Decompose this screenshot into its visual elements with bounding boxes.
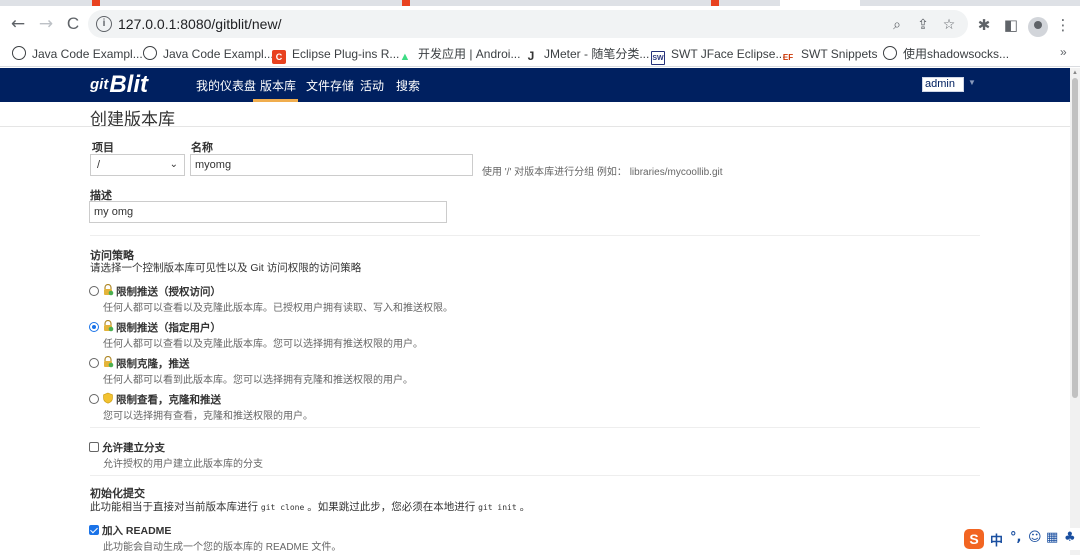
access-option-desc: 任何人都可以查看以及克隆此版本库。已授权用户拥有读取、写入和推送权限。 [103,303,453,314]
title-divider [0,126,1070,127]
eclipse-icon: C [272,50,286,64]
chevron-down-icon: ⌄ [169,159,178,170]
bookmark-star-icon[interactable]: ☆ [940,16,958,34]
access-radio[interactable] [89,358,99,368]
nav-repositories[interactable]: 版本库 [260,77,296,94]
access-option-title: 限制推送（授权访问） [116,286,221,298]
page-scrollbar[interactable]: ▲ [1070,68,1080,555]
gitblit-navbar: gitBlit 我的仪表盘 版本库 文件存储 活动 搜索 admin ▼ [0,68,1070,102]
globe-icon [12,46,26,60]
access-option-desc: 您可以选择拥有查看，克隆和推送权限的用户。 [103,411,313,422]
reload-button[interactable]: C [62,13,84,35]
back-button[interactable]: ← [7,13,29,35]
zoom-icon[interactable]: ⌕ [888,16,906,34]
name-input[interactable]: myomg [190,154,473,176]
sogou-logo-icon[interactable]: S [964,529,984,549]
access-option-authenticated-push[interactable]: 限制推送（授权访问） 任何人都可以查看以及克隆此版本库。已授权用户拥有读取、写入… [89,282,789,314]
lock-icon [104,284,114,296]
android-icon: ▲ [399,51,411,63]
ime-language-toggle[interactable]: 中 [990,530,1003,549]
access-option-title: 限制查看，克隆和推送 [116,394,221,406]
bookmark-item[interactable]: C Eclipse Plug-ins R... [272,44,399,64]
access-option-title: 限制克隆，推送 [116,358,190,370]
sidepanel-icon[interactable]: ◧ [1002,16,1020,34]
menu-icon[interactable]: ⋮ [1054,16,1072,34]
user-avatar[interactable]: admin [922,77,964,92]
access-option-clone-push[interactable]: 限制克隆，推送 任何人都可以看到此版本库。您可以选择拥有克隆和推送权限的用户。 [89,354,789,386]
access-radio[interactable] [89,322,99,332]
scroll-up-icon[interactable]: ▲ [1072,70,1078,76]
address-bar[interactable]: i 127.0.0.1:8080/gitblit/new/ ⌕ ⇪ ☆ [88,10,968,38]
access-policy-desc: 请选择一个控制版本库可见性以及 Git 访问权限的访问策略 [90,262,362,274]
access-radio[interactable] [89,394,99,404]
add-readme-checkbox[interactable] [89,525,99,535]
access-option-title: 限制推送（指定用户） [116,322,221,334]
bookmark-item[interactable]: ▲ 开发应用 | Androi... [398,44,521,64]
profile-avatar[interactable] [1028,17,1048,37]
name-label: 名称 [191,142,213,154]
bookmark-item[interactable]: SW SWT JFace Eclipse... [651,44,785,65]
create-repository-page: 创建版本库 项目 名称 / ⌄ myomg 使用 '/' 对版本库进行分组 例如… [0,102,1070,555]
ime-skin-icon[interactable]: ♣ [1064,530,1076,545]
access-radio[interactable] [89,286,99,296]
nav-activity[interactable]: 活动 [360,77,384,94]
name-hint: 使用 '/' 对版本库进行分组 例如： libraries/mycoollib.… [482,167,723,178]
nav-dashboard[interactable]: 我的仪表盘 [196,77,256,94]
gitblit-logo[interactable]: gitBlit [90,71,148,99]
nav-search[interactable]: 搜索 [396,77,420,94]
access-option-desc: 任何人都可以看到此版本库。您可以选择拥有克隆和推送权限的用户。 [103,375,413,386]
bookmark-item[interactable]: Java Code Exampl... [143,44,274,64]
access-option-view-clone-push[interactable]: 限制查看，克隆和推送 您可以选择拥有查看，克隆和推送权限的用户。 [89,390,789,422]
swt-icon: SW [651,51,665,65]
ime-punctuation-toggle[interactable]: °, [1010,530,1021,545]
ime-toolbar[interactable]: S 中 °, ☺ ▦ ♣ [962,528,1080,550]
section-divider [90,235,980,236]
lock-icon [104,356,114,368]
browser-toolbar: ← → C i 127.0.0.1:8080/gitblit/new/ ⌕ ⇪ … [0,6,1080,41]
add-readme-title: 加入 README [102,525,172,537]
ef-icon: EF [782,53,794,62]
add-readme-desc: 此功能会自动生成一个您的版本库的 README 文件。 [103,542,342,553]
access-option-named-push[interactable]: 限制推送（指定用户） 任何人都可以查看以及克隆此版本库。您可以选择拥有推送权限的… [89,318,789,350]
bookmark-item[interactable]: J JMeter - 随笔分类... [524,44,650,64]
site-info-icon[interactable]: i [96,16,112,32]
extensions-icon[interactable]: ✱ [975,16,993,34]
project-select[interactable]: / ⌄ [90,154,185,176]
lock-icon [104,320,114,332]
emoji-icon[interactable]: ☺ [1028,530,1042,545]
keyboard-icon[interactable]: ▦ [1046,530,1058,545]
shield-icon [103,392,113,404]
globe-icon [883,46,897,60]
allow-forks-checkbox[interactable] [89,442,99,452]
share-icon[interactable]: ⇪ [914,16,932,34]
bookmark-item[interactable]: EF SWT Snippets [781,44,878,64]
bookmarks-bar: Java Code Exampl... Java Code Exampl... … [0,41,1080,67]
access-option-desc: 任何人都可以查看以及克隆此版本库。您可以选择拥有推送权限的用户。 [103,339,423,350]
add-readme-option[interactable]: 加入 README 此功能会自动生成一个您的版本库的 README 文件。 [89,521,789,553]
bookmark-item[interactable]: 使用shadowsocks... [883,44,1009,64]
scrollbar-thumb[interactable] [1072,78,1078,398]
bookmark-item[interactable]: Java Code Exampl... [12,44,143,64]
section-divider [90,475,980,476]
project-label: 项目 [92,142,114,154]
bookmarks-overflow-icon[interactable]: » [1060,45,1067,59]
initial-commit-desc: 此功能相当于直接对当前版本库进行 git clone 。如果跳过此步，您必须在本… [90,501,531,513]
allow-forks-desc: 允许授权的用户建立此版本库的分支 [103,459,263,470]
allow-forks-title: 允许建立分支 [102,442,165,454]
nav-filestore[interactable]: 文件存储 [306,77,354,94]
globe-icon [143,46,157,60]
description-input[interactable]: my omg [89,201,447,223]
jmeter-icon: J [527,49,535,63]
address-url[interactable]: 127.0.0.1:8080/gitblit/new/ [118,16,281,32]
allow-forks-option[interactable]: 允许建立分支 允许授权的用户建立此版本库的分支 [89,438,789,470]
user-menu-caret-icon[interactable]: ▼ [968,78,976,87]
forward-button[interactable]: → [35,13,57,35]
section-divider [90,427,980,428]
